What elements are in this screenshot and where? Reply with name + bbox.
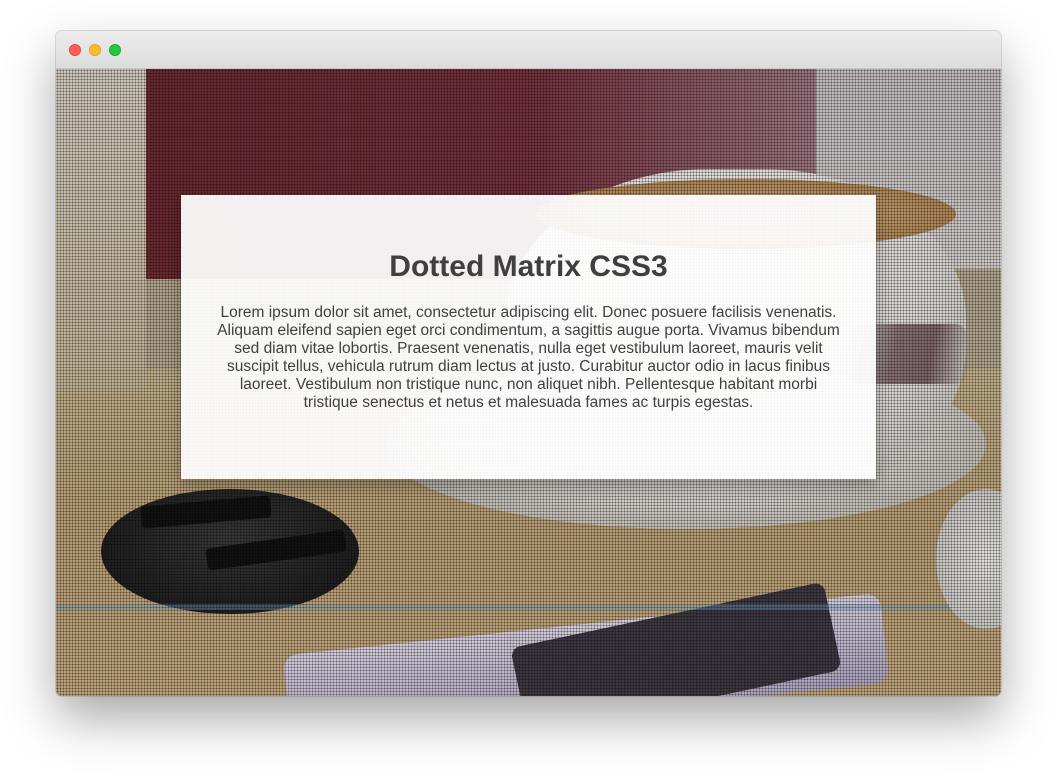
minimize-window-button[interactable] <box>89 44 101 56</box>
card-body-text: Lorem ipsum dolor sit amet, consectetur … <box>217 304 840 411</box>
page-viewport: Dotted Matrix CSS3 Lorem ipsum dolor sit… <box>56 69 1001 696</box>
browser-window: Dotted Matrix CSS3 Lorem ipsum dolor sit… <box>56 31 1001 696</box>
title-bar <box>56 31 1001 69</box>
maximize-window-button[interactable] <box>109 44 121 56</box>
close-window-button[interactable] <box>69 44 81 56</box>
card-title: Dotted Matrix CSS3 <box>389 250 668 283</box>
content-card: Dotted Matrix CSS3 Lorem ipsum dolor sit… <box>181 195 876 479</box>
